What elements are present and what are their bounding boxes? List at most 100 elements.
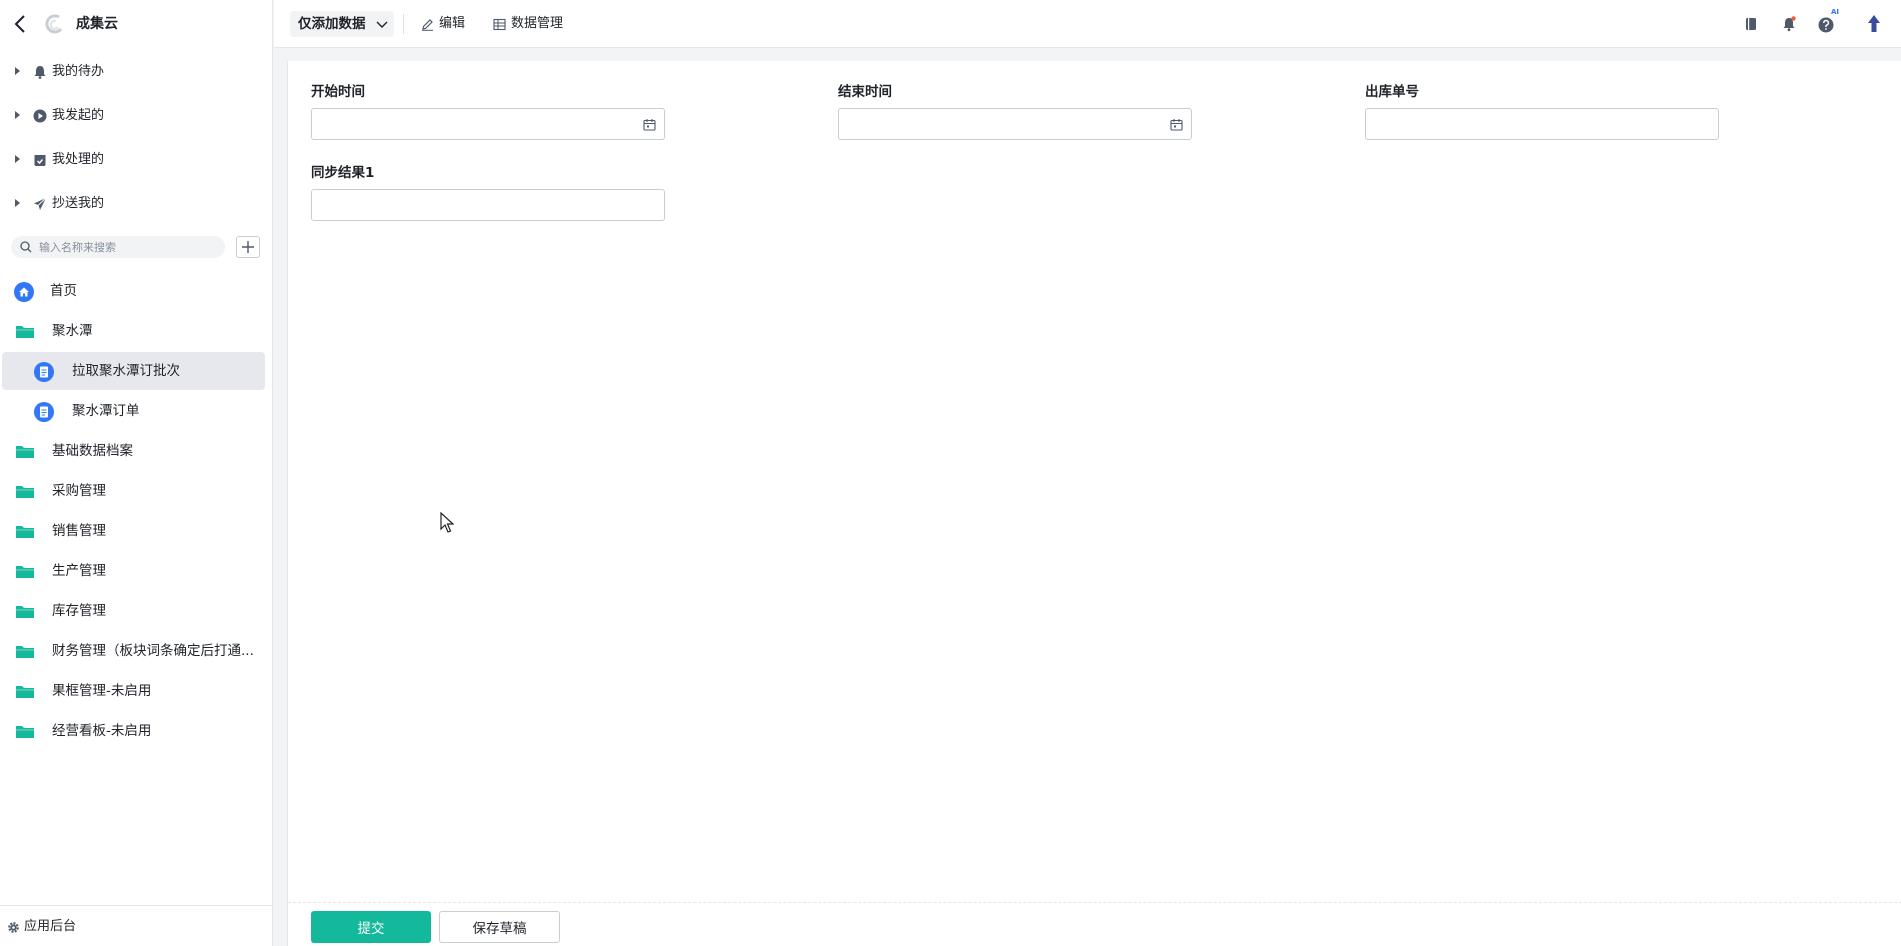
sidebar-item-label: 经营看板-未启用 (52, 723, 152, 739)
sidebar-item-label: 销售管理 (52, 523, 106, 539)
bell-icon (34, 66, 46, 79)
calendar-icon (1170, 119, 1183, 131)
folder-icon (16, 326, 34, 338)
toolbar-divider (403, 14, 404, 34)
gear-icon (8, 922, 19, 933)
app-title: 成集云 (76, 16, 118, 32)
sidebar-item-label: 拉取聚水潭订批次 (72, 363, 180, 379)
form-panel: 开始时间 结束时间 出库单号 同步结果1 提交 保存草稿 (287, 61, 1901, 946)
back-button[interactable] (10, 14, 30, 34)
form-icon (34, 402, 54, 422)
bell-icon (1783, 16, 1796, 32)
sidebar-item-label: 首页 (50, 283, 77, 299)
caret-right-icon (15, 199, 20, 207)
folder-icon (16, 606, 34, 618)
notification-button[interactable] (1779, 14, 1799, 34)
sidebar-item-label: 聚水潭订单 (72, 403, 140, 419)
sync-result-input[interactable] (320, 195, 620, 215)
sidebar-item-purchase[interactable]: 采购管理 (2, 472, 265, 510)
sidebar-item-dashboard[interactable]: 经营看板-未启用 (2, 712, 265, 750)
book-button[interactable] (1741, 14, 1761, 34)
sidebar-item-home[interactable]: 首页 (2, 272, 265, 310)
sidebar-item-basic-data[interactable]: 基础数据档案 (2, 432, 265, 470)
app-logo (45, 14, 63, 34)
sidebar-header: 成集云 (0, 0, 273, 48)
sidebar-item-label: 聚水潭 (52, 323, 93, 339)
folder-icon (16, 446, 34, 458)
data-manage-label: 数据管理 (511, 16, 564, 31)
play-circle-icon (33, 109, 47, 123)
outbound-no-field[interactable] (1365, 108, 1719, 140)
sidebar-item-label: 我发起的 (52, 108, 105, 123)
edit-label: 编辑 (439, 16, 466, 31)
start-time-field[interactable] (311, 108, 665, 140)
table-icon (493, 18, 506, 31)
sidebar-item-label: 我处理的 (52, 152, 105, 167)
sidebar-item-finance[interactable]: 财务管理（板块词条确定后打通... (2, 632, 265, 670)
search-input[interactable] (39, 238, 219, 256)
end-time-field[interactable] (838, 108, 1192, 140)
sidebar-item-label: 抄送我的 (52, 196, 105, 211)
field-label-start-time: 开始时间 (311, 84, 365, 100)
search-icon (20, 241, 32, 253)
sidebar-item-label: 财务管理（板块词条确定后打通... (52, 643, 254, 659)
sidebar-item-label: 采购管理 (52, 483, 106, 499)
help-ai-button[interactable]: AI (1817, 8, 1839, 34)
edit-button[interactable]: 编辑 (421, 13, 471, 35)
sidebar-item-jushuitan[interactable]: 聚水潭 (2, 312, 265, 350)
mode-dropdown-label: 仅添加数据 (298, 16, 366, 32)
sidebar-item-processed[interactable]: 我处理的 (0, 142, 273, 178)
sync-result-field[interactable] (311, 189, 665, 221)
ai-badge: AI (1831, 8, 1840, 16)
folder-icon (16, 686, 34, 698)
pencil-icon (422, 19, 433, 31)
sidebar: 成集云 我的待办 我发起的 我处理的 抄送我的 首页 聚水潭 拉取聚水潭订批次 (0, 0, 273, 946)
sidebar-item-fruit-box[interactable]: 果框管理-未启用 (2, 672, 265, 710)
end-time-input[interactable] (847, 114, 1147, 134)
sidebar-item-label: 基础数据档案 (52, 443, 133, 459)
sidebar-item-my-todo[interactable]: 我的待办 (0, 54, 273, 90)
add-button[interactable] (236, 236, 260, 258)
sidebar-item-label: 我的待办 (52, 64, 105, 79)
app-backend-label: 应用后台 (24, 919, 77, 934)
field-label-sync-result: 同步结果1 (311, 165, 375, 181)
sidebar-item-production[interactable]: 生产管理 (2, 552, 265, 590)
topbar: 仅添加数据 编辑 数据管理 AI (274, 0, 1901, 48)
inbox-check-icon (34, 155, 46, 166)
chevron-left-icon (14, 15, 25, 33)
sidebar-item-jushuitan-orders[interactable]: 聚水潭订单 (2, 392, 265, 430)
outbound-no-input[interactable] (1374, 114, 1674, 134)
form-footer: 提交 保存草稿 (288, 902, 1901, 946)
caret-right-icon (15, 111, 20, 119)
sidebar-item-label: 库存管理 (52, 603, 106, 619)
data-manage-button[interactable]: 数据管理 (493, 13, 573, 35)
app-backend-link[interactable]: 应用后台 (0, 905, 273, 946)
sidebar-item-label: 生产管理 (52, 563, 106, 579)
mouse-cursor-icon (440, 512, 454, 533)
upgrade-button[interactable] (1864, 14, 1884, 34)
sidebar-item-sales[interactable]: 销售管理 (2, 512, 265, 550)
sidebar-item-inventory[interactable]: 库存管理 (2, 592, 265, 630)
calendar-icon (643, 119, 656, 131)
caret-right-icon (15, 67, 20, 75)
folder-icon (16, 726, 34, 738)
field-label-outbound-no: 出库单号 (1365, 84, 1419, 100)
home-icon (14, 282, 34, 302)
folder-icon (16, 486, 34, 498)
start-time-input[interactable] (320, 114, 620, 134)
sidebar-item-initiated[interactable]: 我发起的 (0, 98, 273, 134)
folder-icon (16, 526, 34, 538)
chevron-down-icon (376, 21, 388, 28)
form-icon (34, 362, 54, 382)
folder-icon (16, 566, 34, 578)
sidebar-item-pull-batch[interactable]: 拉取聚水潭订批次 (2, 352, 265, 390)
mode-dropdown[interactable]: 仅添加数据 (290, 11, 394, 37)
book-icon (1746, 18, 1756, 30)
rocket-icon (1868, 15, 1880, 32)
plus-icon (242, 241, 254, 253)
submit-button[interactable]: 提交 (311, 911, 431, 943)
search-box (11, 236, 225, 258)
sidebar-item-cc[interactable]: 抄送我的 (0, 186, 273, 222)
save-draft-button[interactable]: 保存草稿 (439, 911, 560, 943)
help-icon (1818, 17, 1834, 33)
